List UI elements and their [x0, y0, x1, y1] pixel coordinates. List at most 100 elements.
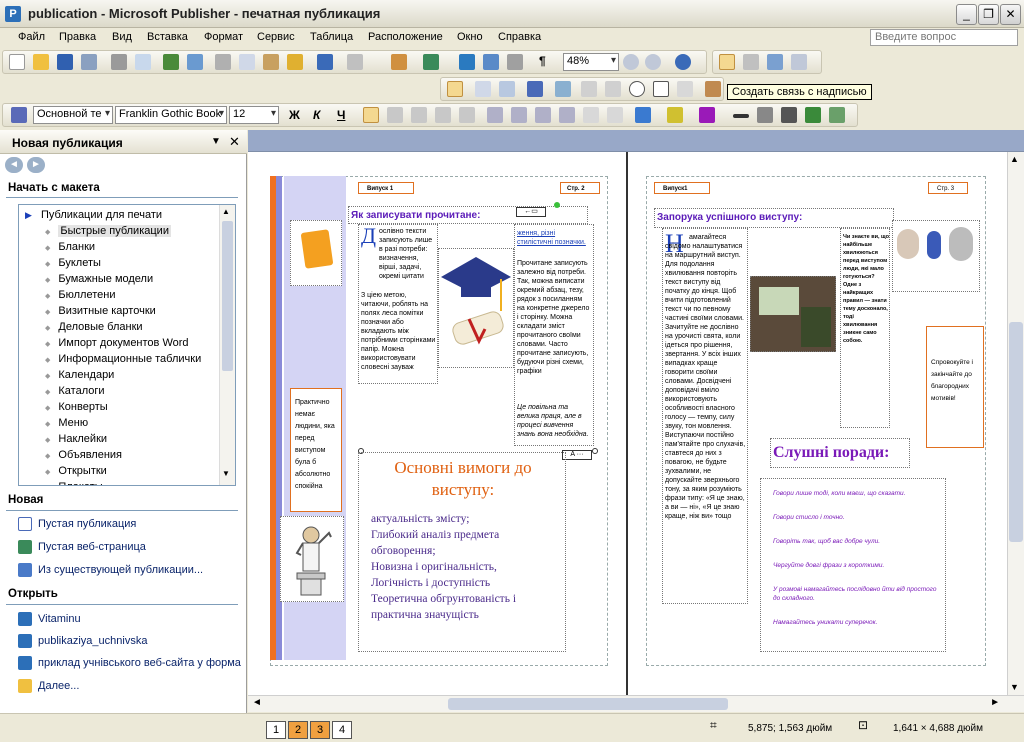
page-box-left[interactable]: Стр. 2 — [560, 182, 600, 194]
arrow-icon[interactable] — [605, 81, 621, 97]
italic-button[interactable]: К — [313, 108, 320, 122]
wordart-icon[interactable] — [527, 81, 543, 97]
increase-indent-icon[interactable] — [559, 107, 575, 123]
resize-handle[interactable] — [592, 448, 598, 454]
justify-icon[interactable] — [435, 107, 451, 123]
align-right-icon[interactable] — [411, 107, 427, 123]
menu-view[interactable]: Вид — [112, 31, 132, 43]
help-search-input[interactable]: Введите вопрос — [870, 29, 1018, 46]
paragraph-marks-icon[interactable]: ¶ — [539, 54, 546, 68]
new-icon[interactable] — [9, 54, 25, 70]
numbering-icon[interactable] — [487, 107, 503, 123]
tree-item[interactable]: ◆ Буклеты — [45, 257, 101, 269]
text-link-indicator[interactable]: ←▭ — [516, 207, 546, 217]
new-blank-publication-link[interactable]: Пустая публикация — [18, 517, 136, 531]
menu-arrange[interactable]: Расположение — [368, 31, 443, 43]
tree-item[interactable]: ◆ Деловые бланки — [45, 321, 143, 333]
tree-item[interactable]: ◆ Каталоги — [45, 385, 105, 397]
vertical-scrollbar[interactable]: ▲ ▼ — [1007, 152, 1024, 696]
research-icon[interactable] — [187, 54, 203, 70]
page-tab-2[interactable]: 2 — [288, 721, 308, 739]
underline-button[interactable]: Ч — [337, 108, 345, 122]
scroll-down-icon[interactable]: ▼ — [1010, 682, 1019, 692]
open-file-vitaminu[interactable]: Vitaminu — [18, 612, 81, 626]
columns-icon[interactable] — [507, 54, 523, 70]
minimize-button[interactable]: _ — [956, 4, 977, 25]
menu-table[interactable]: Таблица — [310, 31, 353, 43]
copy-icon[interactable] — [239, 54, 255, 70]
issue-box-left[interactable]: Випуск 1 — [358, 182, 414, 194]
tree-item[interactable]: ◆ Объявления — [45, 449, 122, 461]
open-more-link[interactable]: Далее... — [18, 679, 79, 693]
increase-font-icon[interactable] — [607, 107, 623, 123]
tree-scroll-thumb[interactable] — [222, 221, 233, 371]
tree-item[interactable]: ◆ Календари — [45, 369, 114, 381]
design-gallery-icon[interactable] — [705, 81, 721, 97]
print-preview-icon[interactable] — [135, 54, 151, 70]
scroll-up-icon[interactable]: ▲ — [1010, 154, 1019, 164]
rotate-handle[interactable] — [554, 202, 560, 208]
page-tab-4[interactable]: 4 — [332, 721, 352, 739]
picture-icon[interactable] — [555, 81, 571, 97]
format-painter-icon[interactable] — [287, 54, 303, 70]
page-tab-1[interactable]: 1 — [266, 721, 286, 739]
menu-insert[interactable]: Вставка — [147, 31, 188, 43]
menu-window[interactable]: Окно — [457, 31, 483, 43]
arrow-style-icon[interactable] — [781, 107, 797, 123]
cut-icon[interactable] — [215, 54, 231, 70]
tips-title-frame[interactable]: Слушні поради: — [770, 438, 910, 468]
arrange-icon[interactable] — [391, 54, 407, 70]
bold-button[interactable]: Ж — [289, 108, 300, 122]
hyperlink-icon[interactable] — [459, 54, 475, 70]
autoshapes-icon[interactable] — [677, 81, 693, 97]
align-left-icon[interactable] — [363, 107, 379, 123]
link-textbox-icon[interactable] — [719, 54, 735, 70]
page-box-right[interactable]: Стр. 3 — [928, 182, 968, 194]
task-pane-close-icon[interactable]: ✕ — [229, 134, 240, 150]
shadow-icon[interactable] — [805, 107, 821, 123]
print-icon[interactable] — [111, 54, 127, 70]
requirements-frame[interactable]: Основні вимоги до виступу: актуальність … — [358, 452, 566, 652]
tree-scrollbar[interactable]: ▲ ▼ — [219, 205, 235, 485]
faces-image-frame[interactable] — [892, 220, 980, 292]
save-icon[interactable] — [57, 54, 73, 70]
menu-tools[interactable]: Сервис — [257, 31, 295, 43]
tree-item[interactable]: ◆ Бумажные модели — [45, 273, 153, 285]
3d-icon[interactable] — [829, 107, 845, 123]
line-color-icon[interactable] — [667, 107, 683, 123]
horizontal-scroll-thumb[interactable] — [448, 698, 728, 710]
tree-item[interactable]: ◆ Визитные карточки — [45, 305, 156, 317]
page-tab-3[interactable]: 3 — [310, 721, 330, 739]
tree-item[interactable]: ◆ Бюллетени — [45, 289, 115, 301]
graduation-image-frame[interactable] — [438, 248, 514, 368]
left-column-1[interactable]: Д ослівно тексти записують лише в разі п… — [358, 224, 438, 384]
scroll-left-icon[interactable]: ◄ — [252, 697, 262, 708]
heading-frame-right[interactable]: Запорука успішного виступу: — [654, 208, 894, 228]
new-web-page-link[interactable]: Пустая веб-страница — [18, 540, 146, 554]
open-file-publikaziya[interactable]: publikaziya_uchnivska — [18, 634, 147, 648]
tips-list-frame[interactable]: Говори лише тоді, коли маєш, що сказати.… — [760, 478, 946, 652]
select-arrow-icon[interactable] — [447, 81, 463, 97]
tree-item[interactable]: ◆ Открытки — [45, 465, 107, 477]
document-workspace[interactable]: Випуск 1 Стр. 2 Як записувати прочитане:… — [248, 130, 1024, 696]
motivation-box[interactable]: Спровокуйте і закінчайте до благородних … — [926, 326, 984, 448]
scroll-right-icon[interactable]: ► — [990, 697, 1000, 708]
restore-button[interactable]: ❐ — [978, 4, 999, 25]
horizontal-scrollbar[interactable]: ◄ ► — [248, 695, 1024, 712]
notepad-image-frame[interactable] — [290, 220, 342, 286]
open-file-website-example[interactable]: приклад учнівського веб-сайта у форма — [18, 656, 241, 670]
font-select[interactable]: Franklin Gothic Book — [115, 106, 227, 124]
web-icon[interactable] — [483, 54, 499, 70]
right-body-column[interactable]: Н амагайтеся свідомо налаштуватися на ма… — [662, 228, 748, 604]
new-from-existing-link[interactable]: Из существующей публикации... — [18, 563, 203, 577]
small-text-column[interactable]: Чи знаєте ви, що найбільше хвилюються пе… — [840, 228, 890, 428]
align-center-icon[interactable] — [387, 107, 403, 123]
fill-color-icon[interactable] — [635, 107, 651, 123]
menu-help[interactable]: Справка — [498, 31, 541, 43]
redo-icon[interactable] — [347, 54, 363, 70]
left-column-2[interactable]: ження, різні стилістичні позначки. Прочи… — [514, 224, 594, 446]
previous-textbox-icon[interactable] — [767, 54, 783, 70]
forward-arrow-icon[interactable]: ► — [27, 157, 45, 173]
scroll-up-icon[interactable]: ▲ — [222, 207, 233, 219]
textbox-icon[interactable] — [475, 81, 491, 97]
